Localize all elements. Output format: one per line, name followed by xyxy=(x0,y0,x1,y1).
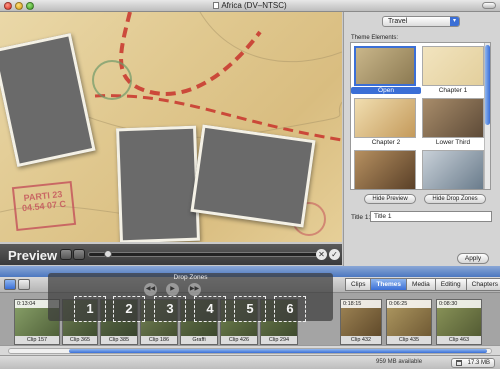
disk-space-status: 959 MB available xyxy=(376,359,423,365)
clip-name: Clip 426 xyxy=(221,336,257,344)
chevron-down-icon: ▾ xyxy=(450,17,459,26)
themes-panel: Travel ▾ Theme Elements: Open Chapter 1 … xyxy=(343,12,500,266)
apply-button[interactable]: Apply xyxy=(457,253,489,264)
theme-list-scrollbar[interactable] xyxy=(484,43,490,189)
preview-scrubber-knob[interactable] xyxy=(104,250,112,258)
clip-duration: 0:06:25 xyxy=(387,300,431,308)
clip-name: Clip 365 xyxy=(63,336,97,344)
drop-zone-slot-6[interactable]: 6 xyxy=(274,296,306,322)
drop-zone-number: 3 xyxy=(166,301,174,316)
green-postmark-stamp xyxy=(92,60,132,100)
drop-zone-slot-1[interactable]: 1 xyxy=(74,296,106,322)
clip-name: Clip 186 xyxy=(141,336,177,344)
tab-media[interactable]: Media xyxy=(406,278,436,291)
clip-thumbnail[interactable]: 0:08:30 Clip 463 xyxy=(436,299,482,345)
clip-name: Clip 294 xyxy=(261,336,297,344)
title-field-label: Title 1: xyxy=(351,214,371,221)
clip-thumbnail[interactable]: 0:06:25 Clip 435 xyxy=(386,299,432,345)
theme-label-chapter-1: Chapter 1 xyxy=(438,87,468,94)
tab-editing[interactable]: Editing xyxy=(434,278,467,291)
drop-zone-number: 1 xyxy=(86,301,94,316)
theme-elements-label: Theme Elements: xyxy=(351,35,399,41)
play-icon[interactable]: ▶ xyxy=(166,283,179,296)
preview-label: Preview xyxy=(8,248,58,263)
clip-duration: 0:18:15 xyxy=(341,300,381,308)
window-title-wrap: Africa (DV–NTSC) xyxy=(0,1,500,10)
theme-elements-list: Open Chapter 1 Chapter 2 Lower Third xyxy=(350,42,491,190)
theme-popup-value: Travel xyxy=(388,18,408,25)
pane-tabs: Clips Themes Media Editing Chapters xyxy=(345,278,500,292)
document-icon xyxy=(213,2,220,9)
hide-preview-button[interactable]: Hide Preview xyxy=(364,194,416,204)
cancel-icon[interactable]: ✕ xyxy=(316,249,327,260)
tab-chapters[interactable]: Chapters xyxy=(465,278,500,291)
theme-label-lower-third: Lower Third xyxy=(435,139,471,146)
trash-icon xyxy=(456,360,462,366)
clip-name: Clip 157 xyxy=(15,336,59,344)
drop-zone-slot-5[interactable]: 5 xyxy=(234,296,266,322)
drop-zone-number: 6 xyxy=(286,301,294,316)
trash-button[interactable]: 17.3 MB xyxy=(451,358,495,368)
window-title: Africa (DV–NTSC) xyxy=(221,1,287,10)
theme-preview-canvas[interactable]: PARTI 23 04.54 07 C xyxy=(0,12,342,242)
toolbar-toggle-button[interactable] xyxy=(482,2,496,9)
status-bar: 959 MB available 17.3 MB xyxy=(0,355,500,369)
fullscreen-preview-button[interactable] xyxy=(73,249,85,260)
clip-name: Graffi xyxy=(181,336,217,344)
map-contour-2 xyxy=(199,12,342,63)
play-preview-button[interactable] xyxy=(60,249,72,260)
clip-view-icon[interactable] xyxy=(4,279,16,290)
theme-list-scroll-thumb[interactable] xyxy=(485,45,490,125)
theme-thumb-lower-third[interactable] xyxy=(422,98,484,138)
clip-viewer-scrollbar-area xyxy=(0,345,500,355)
clip-viewer-scrollbar[interactable] xyxy=(8,348,492,354)
clip-duration: 0:08:30 xyxy=(437,300,481,308)
hide-drop-zones-button[interactable]: Hide Drop Zones xyxy=(424,194,486,204)
theme-thumb-chapter-2[interactable] xyxy=(354,98,416,138)
theme-thumb-6[interactable] xyxy=(422,150,484,189)
drop-zone-slot-2[interactable]: 2 xyxy=(113,296,145,322)
theme-thumb-open[interactable] xyxy=(354,46,416,86)
theme-popup-menu[interactable]: Travel ▾ xyxy=(382,16,460,27)
clip-name: Clip 463 xyxy=(437,336,481,344)
drop-zone-slot-3[interactable]: 3 xyxy=(154,296,186,322)
theme-thumb-chapter-1[interactable] xyxy=(422,46,484,86)
parti-stamp: PARTI 23 04.54 07 C xyxy=(11,180,77,232)
preview-scrubber[interactable] xyxy=(88,252,318,257)
preview-drop-zone-3[interactable] xyxy=(190,124,316,228)
window-titlebar: Africa (DV–NTSC) xyxy=(0,0,500,12)
tab-themes[interactable]: Themes xyxy=(370,278,408,291)
title-1-field[interactable]: Title 1 xyxy=(370,211,492,222)
theme-thumb-5[interactable] xyxy=(354,150,416,189)
preview-control-bar: Preview ✕ ✓ xyxy=(0,244,342,265)
drop-zone-number: 4 xyxy=(206,301,214,316)
checkmark-icon[interactable]: ✓ xyxy=(329,249,340,260)
rewind-icon[interactable]: ◀◀ xyxy=(144,283,157,296)
clip-thumbnail[interactable]: 0:18:15 Clip 432 xyxy=(340,299,382,345)
timeline-view-icon[interactable] xyxy=(18,279,30,290)
tab-clips[interactable]: Clips xyxy=(345,278,372,291)
clip-name: Clip 385 xyxy=(101,336,137,344)
drop-zone-number: 5 xyxy=(246,301,254,316)
clip-name: Clip 435 xyxy=(387,336,431,344)
drop-zone-number: 2 xyxy=(125,301,133,316)
theme-label-chapter-2: Chapter 2 xyxy=(371,139,401,146)
clip-name: Clip 432 xyxy=(341,336,381,344)
theme-label-open: Open xyxy=(351,87,421,94)
clip-viewer-scroll-thumb[interactable] xyxy=(69,349,487,353)
fast-forward-icon[interactable]: ▶▶ xyxy=(188,283,201,296)
drop-zones-title: Drop Zones xyxy=(173,274,208,281)
drop-zone-slot-4[interactable]: 4 xyxy=(194,296,226,322)
route-line-1 xyxy=(119,12,262,96)
trash-size: 17.3 MB xyxy=(467,360,490,366)
preview-drop-zone-2[interactable] xyxy=(116,125,200,242)
